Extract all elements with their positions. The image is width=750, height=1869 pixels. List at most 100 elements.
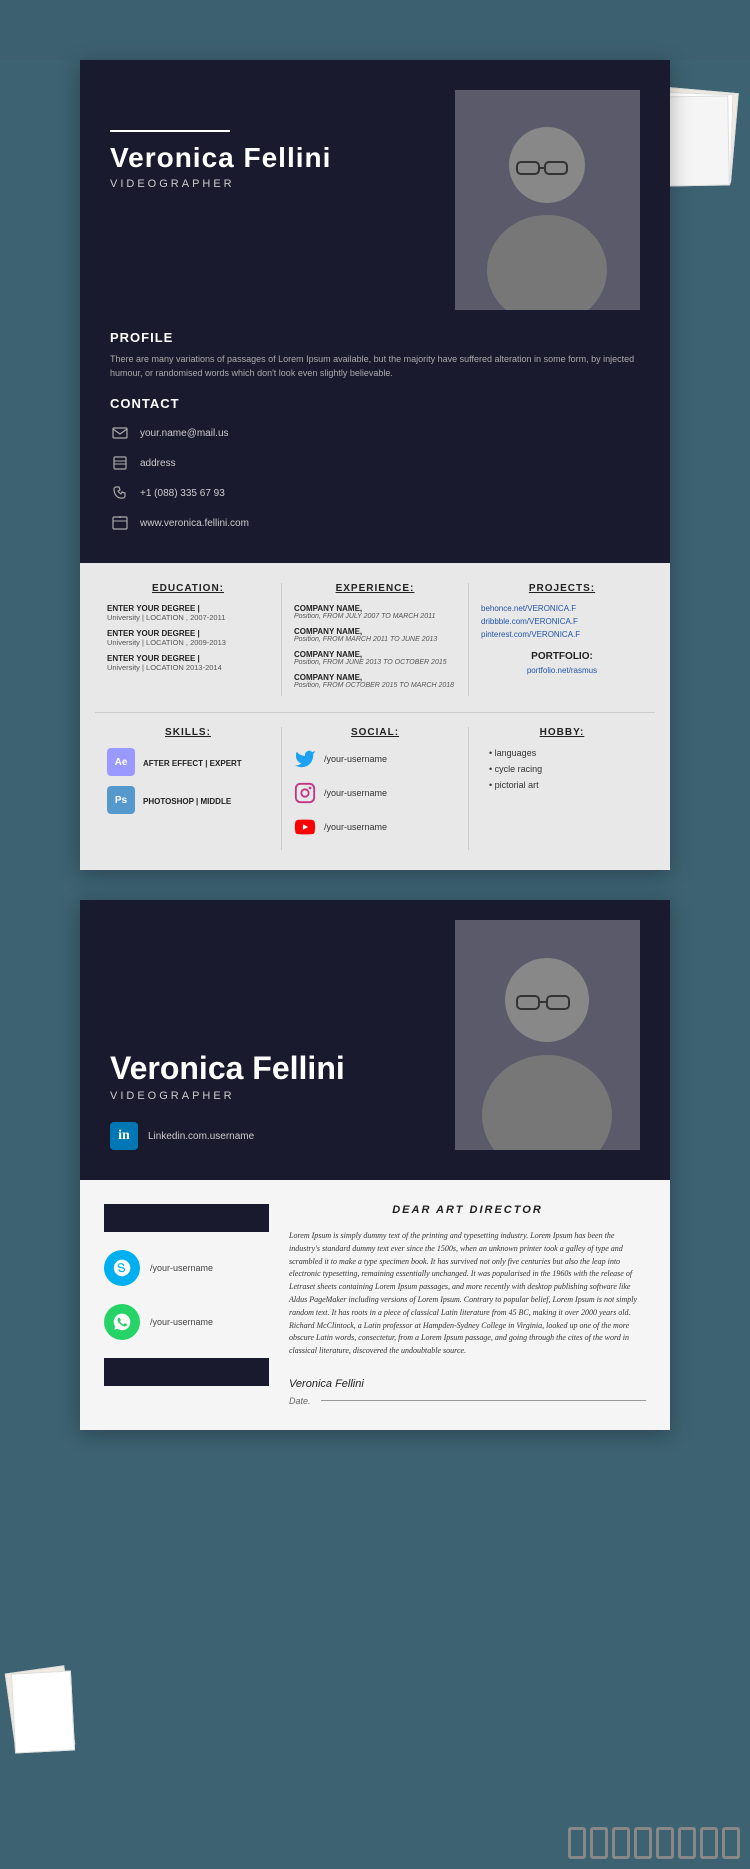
- card2-header: Veronica Fellini VIDEOGRAPHER in Linkedi…: [80, 900, 670, 1180]
- edu-degree-1: ENTER YOUR DEGREE |: [107, 604, 269, 613]
- skill-ps-name: PHOTOSHOP | MIDDLE: [143, 797, 231, 806]
- edu-item-3: ENTER YOUR DEGREE | University | LOCATIO…: [107, 654, 269, 672]
- social-twitter-handle: /your-username: [324, 754, 387, 764]
- experience-column: EXPERIENCE: COMPANY NAME, Position, FROM…: [282, 583, 469, 696]
- contact-web-text: www.veronica.fellini.com: [140, 518, 249, 529]
- contact-email-text: your.name@mail.us: [140, 428, 229, 439]
- card2-header-left: Veronica Fellini VIDEOGRAPHER in Linkedi…: [110, 1031, 455, 1150]
- projects-column: PROJECTS: behonce.net/VERONICA.F dribbbl…: [469, 583, 655, 696]
- social-youtube-item: /your-username: [294, 816, 456, 838]
- ring-5: [656, 1827, 674, 1859]
- portfolio-title: PORTFOLIO:: [481, 651, 643, 662]
- skills-column: SKILLS: Ae AFTER EFFECT | EXPERT Ps PHOT…: [95, 727, 282, 850]
- skill-ae-name: AFTER EFFECT | EXPERT: [143, 759, 242, 768]
- cover-date-label: Date.: [289, 1396, 311, 1406]
- skills-social-hobby-row: SKILLS: Ae AFTER EFFECT | EXPERT Ps PHOT…: [95, 712, 655, 850]
- notebook-rings: [568, 1827, 740, 1859]
- youtube-icon: [294, 816, 316, 838]
- header-left: Veronica Fellini VIDEOGRAPHER: [110, 90, 455, 190]
- skills-title: SKILLS:: [107, 727, 269, 738]
- exp-company-3: COMPANY NAME,: [294, 650, 456, 659]
- profile-section: PROFILE There are many variations of pas…: [80, 330, 670, 563]
- edu-item-1: ENTER YOUR DEGREE | University | LOCATIO…: [107, 604, 269, 622]
- contact-phone-item: +1 (088) 335 67 93: [110, 483, 640, 503]
- linkedin-text: Linkedin.com.username: [148, 1131, 254, 1142]
- contact-address-item: address: [110, 453, 640, 473]
- social-instagram-handle: /your-username: [324, 788, 387, 798]
- exp-detail-1: Position, FROM JULY 2007 TO MARCH 2011: [294, 613, 456, 620]
- skype-icon: [104, 1250, 140, 1286]
- contact-address-text: address: [140, 458, 176, 469]
- project-link-2[interactable]: dribbble.com/VERONICA.F: [481, 617, 643, 626]
- project-link-1[interactable]: behonce.net/VERONICA.F: [481, 604, 643, 613]
- ring-4: [634, 1827, 652, 1859]
- ring-2: [590, 1827, 608, 1859]
- exp-company-4: COMPANY NAME,: [294, 673, 456, 682]
- dear-title: DEAR ART DIRECTOR: [289, 1204, 646, 1216]
- portfolio-link[interactable]: portfolio.net/rasmus: [481, 666, 643, 675]
- contact-web-item: www.veronica.fellini.com: [110, 513, 640, 533]
- profile-label: PROFILE: [110, 330, 640, 345]
- education-list: ENTER YOUR DEGREE | University | LOCATIO…: [107, 604, 269, 672]
- edu-sub-2: University | LOCATION , 2009-2013: [107, 638, 269, 647]
- decorative-papers-bl: [10, 1669, 70, 1749]
- social-twitter-item: /your-username: [294, 748, 456, 770]
- email-icon: [110, 423, 130, 443]
- education-title: EDUCATION:: [107, 583, 269, 594]
- ring-7: [700, 1827, 718, 1859]
- resume-card-2: Veronica Fellini VIDEOGRAPHER in Linkedi…: [80, 900, 670, 1430]
- card2-linkedin: in Linkedin.com.username: [110, 1122, 455, 1150]
- resume-title: VIDEOGRAPHER: [110, 178, 455, 190]
- cover-bar-top: [104, 1204, 269, 1232]
- cover-whatsapp-item: /your-username: [104, 1304, 269, 1340]
- education-column: EDUCATION: ENTER YOUR DEGREE | Universit…: [95, 583, 282, 696]
- cover-skype-item: /your-username: [104, 1250, 269, 1286]
- cover-bar-bottom: [104, 1358, 269, 1386]
- exp-detail-3: Position, FROM JUNE 2013 TO OCTOBER 2015: [294, 659, 456, 666]
- header-photo: [455, 90, 640, 310]
- whatsapp-icon: [104, 1304, 140, 1340]
- three-col-layout: EDUCATION: ENTER YOUR DEGREE | Universit…: [95, 583, 655, 696]
- edu-degree-3: ENTER YOUR DEGREE |: [107, 654, 269, 663]
- hobby-item-1: languages: [481, 748, 643, 758]
- ring-1: [568, 1827, 586, 1859]
- social-title: SOCIAL:: [294, 727, 456, 738]
- ae-icon: Ae: [107, 748, 135, 776]
- header-divider: [110, 130, 230, 132]
- card2-photo: [455, 920, 640, 1150]
- skill-ae-item: Ae AFTER EFFECT | EXPERT: [107, 748, 269, 776]
- cover-right: DEAR ART DIRECTOR Lorem Ipsum is simply …: [289, 1204, 646, 1406]
- exp-item-4: COMPANY NAME, Position, FROM OCTOBER 201…: [294, 673, 456, 689]
- cover-whatsapp-handle: /your-username: [150, 1317, 213, 1327]
- experience-list: COMPANY NAME, Position, FROM JULY 2007 T…: [294, 604, 456, 689]
- edu-sub-1: University | LOCATION , 2007-2011: [107, 613, 269, 622]
- project-link-3[interactable]: pinterest.com/VERONICA.F: [481, 630, 643, 639]
- ps-icon: Ps: [107, 786, 135, 814]
- projects-title: PROJECTS:: [481, 583, 643, 594]
- twitter-icon: [294, 748, 316, 770]
- ring-8: [722, 1827, 740, 1859]
- resume-name: Veronica Fellini: [110, 142, 455, 174]
- date-line: [321, 1400, 646, 1401]
- ring-6: [678, 1827, 696, 1859]
- experience-title: EXPERIENCE:: [294, 583, 456, 594]
- cover-date-row: Date.: [289, 1396, 646, 1406]
- web-icon: [110, 513, 130, 533]
- exp-company-2: COMPANY NAME,: [294, 627, 456, 636]
- social-column: SOCIAL: /your-username: [282, 727, 469, 850]
- cover-skype-handle: /your-username: [150, 1263, 213, 1273]
- cover-signature: Veronica Fellini: [289, 1378, 646, 1390]
- exp-detail-2: Position, FROM MARCH 2011 TO JUNE 2013: [294, 636, 456, 643]
- skill-ps-text: PHOTOSHOP | MIDDLE: [143, 791, 231, 809]
- bottom-section: EDUCATION: ENTER YOUR DEGREE | Universit…: [80, 563, 670, 870]
- phone-icon: [110, 483, 130, 503]
- edu-sub-3: University | LOCATION 2013-2014: [107, 663, 269, 672]
- hobby-item-2: cycle racing: [481, 764, 643, 774]
- skill-ps-item: Ps PHOTOSHOP | MIDDLE: [107, 786, 269, 814]
- home-icon: [110, 453, 130, 473]
- exp-company-1: COMPANY NAME,: [294, 604, 456, 613]
- exp-item-2: COMPANY NAME, Position, FROM MARCH 2011 …: [294, 627, 456, 643]
- social-youtube-handle: /your-username: [324, 822, 387, 832]
- card2-name: Veronica Fellini: [110, 1051, 455, 1086]
- skill-ae-text: AFTER EFFECT | EXPERT: [143, 753, 242, 771]
